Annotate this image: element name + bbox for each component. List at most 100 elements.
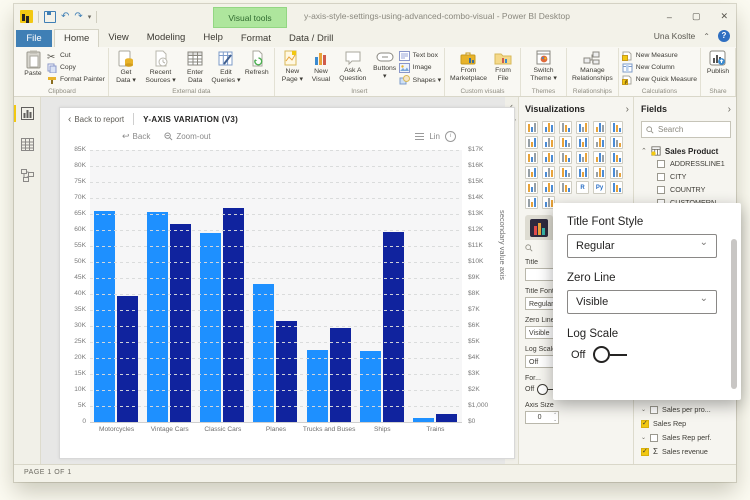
title-font-style-dropdown[interactable]: Regular — [567, 234, 717, 258]
chevron-down-icon[interactable]: ⌄ — [641, 434, 646, 441]
field-item[interactable]: Sales Rep — [641, 419, 741, 428]
redo-icon[interactable]: ↷ — [74, 11, 82, 22]
bar-revenue-trains[interactable] — [435, 414, 457, 422]
checkbox-unchecked[interactable] — [650, 433, 659, 442]
visual-card[interactable]: ‹ Back to report Y-AXIS VARIATION (V3) ↩… — [59, 107, 515, 459]
back-to-report-link[interactable]: ‹ Back to report — [68, 114, 124, 125]
checkbox-checked[interactable] — [641, 419, 649, 428]
collapse-pane-icon[interactable]: › — [728, 104, 731, 115]
ask-button[interactable]: Ask A Question — [335, 48, 371, 83]
viz-icon-ribbon[interactable] — [610, 136, 623, 149]
minimize-button[interactable]: – — [667, 12, 672, 22]
viz-icon-clustered-column[interactable] — [576, 121, 589, 134]
maximize-button[interactable]: ▢ — [692, 11, 701, 22]
marketplace-button[interactable]: From Marketplace — [448, 48, 489, 83]
refresh-button[interactable]: Refresh — [243, 48, 271, 77]
bar-quantity-trains[interactable] — [412, 417, 434, 422]
viz-icon-line-stacked-column[interactable] — [576, 136, 589, 149]
viz-icon-pie[interactable] — [576, 151, 589, 164]
rel-button[interactable]: Manage Relationships — [570, 48, 615, 83]
zoom-out-button[interactable]: Zoom-out — [164, 132, 211, 141]
measure-button[interactable]: New Measure — [621, 50, 697, 61]
checkbox-unchecked[interactable] — [657, 159, 665, 168]
field-item[interactable]: COUNTRY — [641, 185, 731, 194]
newpage-button[interactable]: New Page ▾ — [278, 48, 307, 84]
publish-button[interactable]: Publish — [704, 48, 732, 76]
viz-icon-waterfall[interactable] — [525, 151, 538, 164]
checkbox-checked[interactable] — [641, 447, 649, 456]
zero-line-dropdown[interactable]: Visible — [567, 290, 717, 314]
viz-icon-clustered-bar[interactable] — [559, 121, 572, 134]
bar-quantity-planes[interactable] — [253, 284, 275, 422]
table-sales-product[interactable]: ⌃ Sales Product — [641, 146, 731, 156]
overlay-scrollbar[interactable] — [731, 239, 737, 389]
nav-model-view[interactable] — [14, 169, 40, 182]
tab-modeling[interactable]: Modeling — [138, 29, 195, 46]
info-icon[interactable]: i — [445, 131, 456, 142]
log-scale-toggle[interactable] — [593, 346, 628, 363]
viz-icon-line-clustered-column[interactable] — [593, 136, 606, 149]
editq-button[interactable]: Edit Queries ▾ — [209, 48, 243, 85]
viz-icon-line[interactable] — [525, 136, 538, 149]
shapes-button[interactable]: Shapes ▾ — [399, 74, 441, 85]
cut-button[interactable]: ✂ Cut — [47, 50, 105, 61]
axis-size-spinner[interactable]: 0 ⌃ ⌄ — [525, 411, 559, 424]
tab-data-drill[interactable]: Data / Drill — [280, 30, 342, 47]
viz-icon-python[interactable]: Py — [593, 181, 606, 194]
checkbox-unchecked[interactable] — [657, 185, 665, 194]
viz-icon-qa[interactable] — [525, 196, 538, 209]
user-name[interactable]: Una Koslte — [654, 31, 696, 41]
viz-icon-donut[interactable] — [593, 151, 606, 164]
recent-button[interactable]: Recent Sources ▾ — [140, 48, 181, 85]
tab-format[interactable]: Format — [232, 30, 280, 47]
theme-button[interactable]: Switch Theme ▾ — [524, 48, 563, 83]
plot-area[interactable] — [90, 150, 462, 423]
viz-icon-100-stacked-bar[interactable] — [593, 121, 606, 134]
buttons-button[interactable]: Buttons ▾ — [371, 48, 399, 81]
collapse-pane-icon[interactable]: › — [626, 104, 629, 115]
viz-icon-table[interactable] — [542, 181, 555, 194]
copy-button[interactable]: Copy — [47, 62, 105, 73]
undo-icon[interactable]: ↶ — [61, 11, 69, 22]
customize-toolbar-caret-icon[interactable]: ▾ — [88, 13, 92, 21]
image-button[interactable]: Image — [398, 62, 441, 73]
nav-data-view[interactable] — [14, 138, 40, 151]
viz-icon-slicer[interactable] — [525, 181, 538, 194]
close-button[interactable]: ✕ — [720, 11, 728, 22]
collapse-ribbon-icon[interactable]: ⌃ — [703, 32, 710, 41]
field-item[interactable]: CITY — [641, 172, 731, 181]
advanced-combo-visual-icon[interactable] — [530, 218, 548, 237]
viz-icon-multi-row-card[interactable] — [593, 166, 606, 179]
viz-icon-matrix[interactable] — [559, 181, 572, 194]
chevron-up-icon[interactable]: ⌃ — [641, 147, 647, 155]
viz-icon-kpi[interactable] — [610, 166, 623, 179]
viz-icon-100-stacked-column[interactable] — [610, 121, 623, 134]
viz-icon-map[interactable] — [525, 166, 538, 179]
viz-icon-funnel[interactable] — [542, 151, 555, 164]
viz-icon-area[interactable] — [542, 136, 555, 149]
viz-icon-stacked-column[interactable] — [542, 121, 555, 134]
viz-icon-gauge[interactable] — [559, 166, 572, 179]
tab-view[interactable]: View — [99, 29, 137, 46]
enterdata-button[interactable]: Enter Data — [181, 48, 209, 85]
nav-report-view[interactable] — [14, 105, 40, 122]
save-icon[interactable] — [44, 10, 56, 23]
newvisual-button[interactable]: New Visual — [307, 48, 335, 84]
tab-help[interactable]: Help — [194, 29, 232, 46]
list-icon[interactable] — [415, 133, 425, 140]
tab-home[interactable]: Home — [54, 29, 100, 47]
viz-icon-shape-map[interactable] — [610, 181, 623, 194]
field-item[interactable]: ΣSales revenue — [641, 447, 741, 456]
scale-mode-label[interactable]: Lin — [429, 132, 440, 141]
paste-button[interactable]: Paste — [19, 48, 47, 78]
quick-button[interactable]: New Quick Measure — [621, 74, 697, 85]
fields-search-input[interactable]: Search — [641, 121, 731, 138]
checkbox-unchecked[interactable] — [657, 172, 665, 181]
tab-file[interactable]: File — [16, 30, 52, 47]
column-button[interactable]: New Column — [622, 62, 697, 73]
field-item[interactable]: ADDRESSLINE1 — [641, 159, 731, 168]
chevron-down-icon[interactable]: ⌄ — [641, 406, 646, 413]
viz-icon-filled-map[interactable] — [542, 166, 555, 179]
viz-icon-card[interactable] — [576, 166, 589, 179]
bar-quantity-trucks-and-buses[interactable] — [306, 350, 328, 422]
